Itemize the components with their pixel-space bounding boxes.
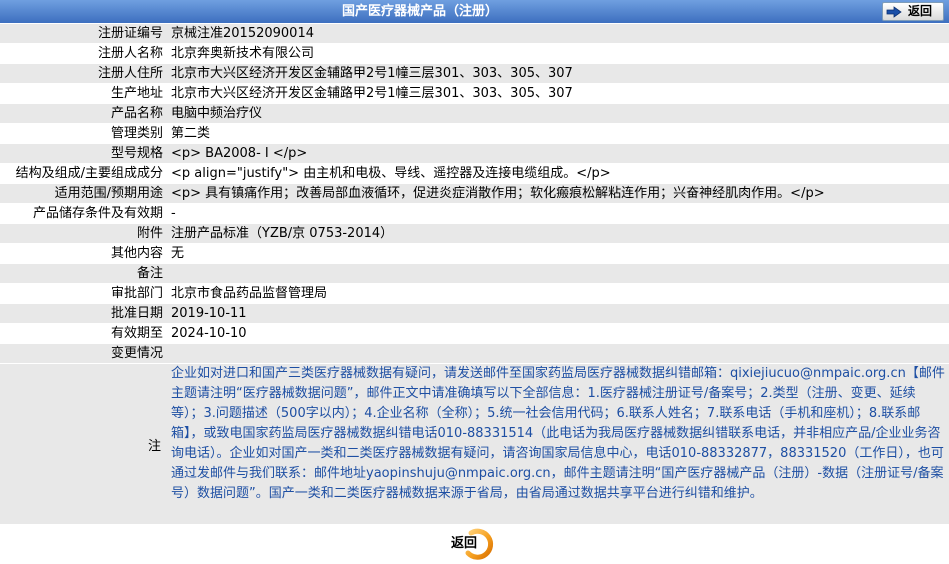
row-valid-until: 有效期至 2024-10-10	[0, 324, 949, 344]
label-attachment: 附件	[136, 226, 163, 241]
label-remarks: 备注	[136, 266, 163, 281]
value-approval-department: 北京市食品药品监督管理局	[171, 286, 328, 301]
row-other-content: 其他内容 无	[0, 244, 949, 264]
label-approval-date: 批准日期	[110, 306, 163, 321]
value-management-category: 第二类	[171, 126, 211, 141]
label-approval-department: 审批部门	[110, 286, 163, 301]
value-change-history	[166, 344, 949, 363]
label-registration-number: 注册证编号	[97, 26, 163, 41]
label-intended-use: 适用范围/预期用途	[54, 186, 163, 201]
arrow-right-icon	[886, 5, 902, 18]
value-registrant-name: 北京奔奥新技术有限公司	[171, 46, 315, 61]
note-text: 企业如对进口和国产三类医疗器械数据有疑问，请发送邮件至国家药监局医疗器械数据纠错…	[171, 366, 945, 501]
label-production-address: 生产地址	[110, 86, 163, 101]
label-product-name: 产品名称	[110, 106, 163, 121]
value-product-name: 电脑中频治疗仪	[171, 106, 263, 121]
row-note: 注 企业如对进口和国产三类医疗器械数据有疑问，请发送邮件至国家药监局医疗器械数据…	[0, 364, 949, 524]
detail-table: 注册证编号 京械注准20152090014 注册人名称 北京奔奥新技术有限公司 …	[0, 24, 949, 524]
label-storage-validity: 产品储存条件及有效期	[32, 206, 163, 221]
value-intended-use: <p> 具有镇痛作用；改善局部血液循环，促进炎症消散作用；软化瘢痕松解粘连作用；…	[171, 186, 825, 201]
row-approval-department: 审批部门 北京市食品药品监督管理局	[0, 284, 949, 304]
row-attachment: 附件 注册产品标准（YZB/京 0753-2014）	[0, 224, 949, 244]
row-remarks: 备注	[0, 264, 949, 284]
value-approval-date: 2019-10-11	[171, 306, 247, 321]
row-approval-date: 批准日期 2019-10-11	[0, 304, 949, 324]
label-model-spec: 型号规格	[110, 146, 163, 161]
value-remarks	[166, 264, 949, 283]
label-note: 注	[147, 438, 161, 454]
row-registrant-address: 注册人住所 北京市大兴区经济开发区金辅路甲2号1幢三层301、303、305、3…	[0, 64, 949, 84]
value-registration-number: 京械注准20152090014	[171, 26, 314, 41]
label-registrant-name: 注册人名称	[97, 46, 163, 61]
header-bar: 国产医疗器械产品（注册） 返回	[0, 0, 949, 23]
value-model-spec: <p> BA2008- Ⅰ </p>	[171, 146, 308, 161]
row-model-spec: 型号规格 <p> BA2008- Ⅰ </p>	[0, 144, 949, 164]
footer: 返回	[0, 524, 949, 564]
label-valid-until: 有效期至	[110, 326, 163, 341]
label-change-history: 变更情况	[110, 346, 163, 361]
page-title: 国产医疗器械产品（注册）	[341, 4, 498, 19]
label-registrant-address: 注册人住所	[97, 66, 163, 81]
row-production-address: 生产地址 北京市大兴区经济开发区金辅路甲2号1幢三层301、303、305、30…	[0, 84, 949, 104]
row-intended-use: 适用范围/预期用途 <p> 具有镇痛作用；改善局部血液循环，促进炎症消散作用；软…	[0, 184, 949, 204]
value-registrant-address: 北京市大兴区经济开发区金辅路甲2号1幢三层301、303、305、307	[171, 66, 573, 81]
value-attachment: 注册产品标准（YZB/京 0753-2014）	[171, 226, 394, 241]
value-structure-composition: <p align="justify"> 由主机和电极、导线、遥控器及连接电缆组成…	[171, 166, 611, 181]
row-change-history: 变更情况	[0, 344, 949, 364]
footer-back-label: 返回	[451, 536, 478, 551]
row-registration-number: 注册证编号 京械注准20152090014	[0, 24, 949, 44]
value-valid-until: 2024-10-10	[171, 326, 247, 341]
top-back-button[interactable]: 返回	[882, 2, 944, 21]
row-product-name: 产品名称 电脑中频治疗仪	[0, 104, 949, 124]
row-storage-validity: 产品储存条件及有效期 -	[0, 204, 949, 224]
label-other-content: 其他内容	[110, 246, 163, 261]
value-storage-validity: -	[171, 206, 176, 221]
label-management-category: 管理类别	[110, 126, 163, 141]
top-back-label: 返回	[908, 4, 933, 18]
footer-back-button[interactable]: 返回	[446, 527, 500, 561]
value-production-address: 北京市大兴区经济开发区金辅路甲2号1幢三层301、303、305、307	[171, 86, 573, 101]
row-structure-composition: 结构及组成/主要组成成分 <p align="justify"> 由主机和电极、…	[0, 164, 949, 184]
row-registrant-name: 注册人名称 北京奔奥新技术有限公司	[0, 44, 949, 64]
label-structure-composition: 结构及组成/主要组成成分	[15, 166, 163, 181]
row-management-category: 管理类别 第二类	[0, 124, 949, 144]
value-other-content: 无	[171, 246, 185, 261]
